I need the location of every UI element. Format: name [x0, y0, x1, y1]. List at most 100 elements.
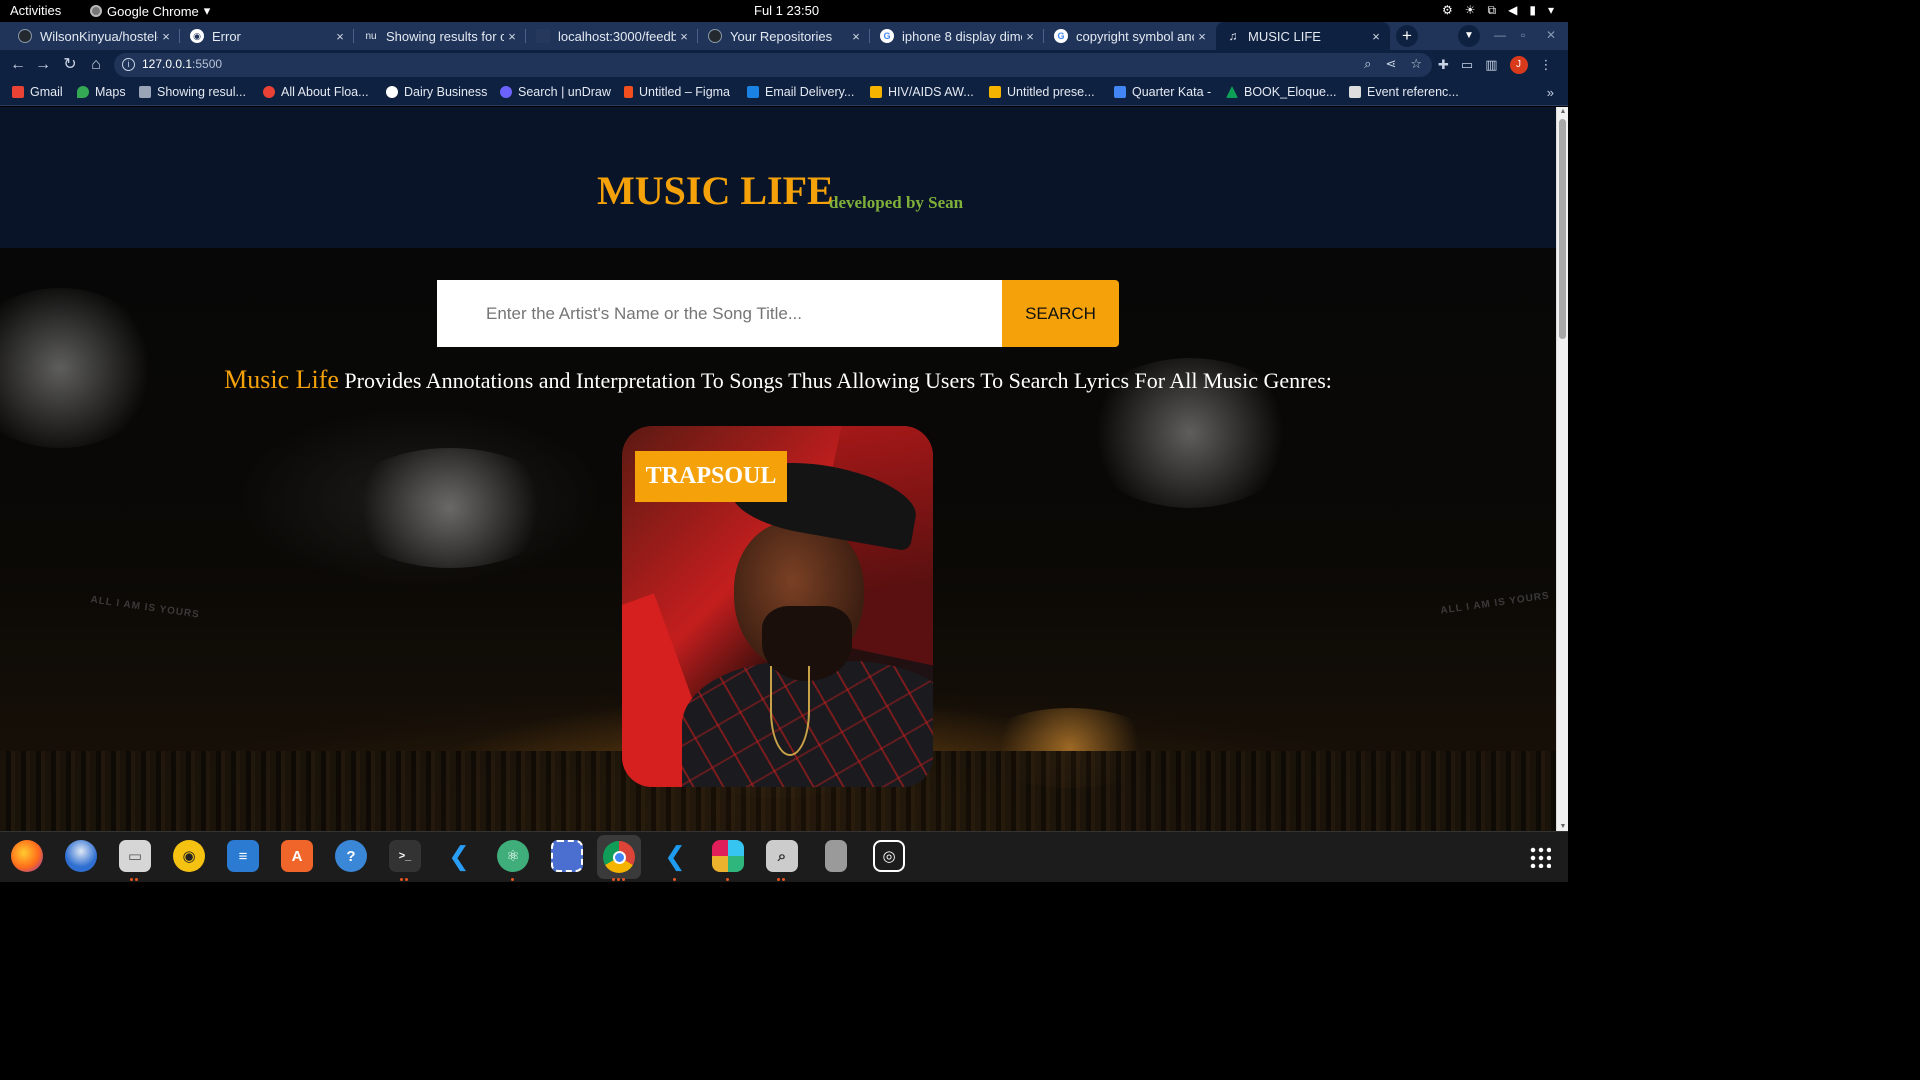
cast-icon[interactable]: ▭: [1461, 57, 1473, 73]
kebab-menu-icon[interactable]: ⋮: [1540, 57, 1553, 73]
forward-arrow-icon[interactable]: →: [33, 55, 53, 75]
chevron-down-icon: ▾: [203, 3, 211, 18]
tab-localhost-feedback[interactable]: localhost:3000/feedb ×: [526, 22, 698, 50]
tab-title: Showing results for c: [386, 28, 504, 44]
battery-icon: ▮: [1529, 3, 1536, 17]
close-tab-icon[interactable]: ×: [1368, 29, 1384, 44]
tab-hostel[interactable]: WilsonKinyua/hostel- ×: [8, 22, 180, 50]
camera-icon[interactable]: ◎: [873, 840, 905, 872]
running-indicator: [777, 878, 785, 881]
running-indicator: [673, 878, 676, 881]
bookmark-label: Dairy Business: [404, 85, 488, 99]
close-tab-icon[interactable]: ×: [504, 29, 520, 44]
firefox-icon[interactable]: [11, 840, 43, 872]
address-bar[interactable]: i 127.0.0.1:5500 ⌕ ⋖ ☆: [114, 53, 1432, 77]
tab-music-life[interactable]: ♫ MUSIC LIFE ×: [1216, 22, 1390, 50]
new-tab-button[interactable]: +: [1396, 25, 1418, 47]
side-panel-icon[interactable]: ▥: [1485, 57, 1497, 73]
close-tab-icon[interactable]: ×: [848, 29, 864, 44]
scrollbar-thumb[interactable]: [1559, 119, 1566, 339]
tab-copyright-symbol[interactable]: G copyright symbol anc ×: [1044, 22, 1216, 50]
slack-icon[interactable]: [712, 840, 744, 872]
bookmark-maps[interactable]: Maps: [77, 85, 126, 99]
clock[interactable]: Ful 1 23:50: [754, 3, 819, 18]
maximize-icon[interactable]: ▫: [1521, 28, 1525, 42]
google-icon: G: [1054, 29, 1068, 43]
bookmark-book-eloquent[interactable]: BOOK_Eloque...: [1226, 85, 1336, 99]
bookmark-all-about-floats[interactable]: All About Floa...: [263, 85, 369, 99]
tagline-brand: Music Life: [224, 365, 339, 394]
close-tab-icon[interactable]: ×: [158, 29, 174, 44]
google-icon: G: [880, 29, 894, 43]
help-icon[interactable]: ?: [335, 840, 367, 872]
close-window-icon[interactable]: ✕: [1546, 28, 1556, 42]
bookmark-label: Showing resul...: [157, 85, 246, 99]
genre-card[interactable]: TRAPSOUL: [622, 426, 933, 787]
bookmark-showing-results[interactable]: Showing resul...: [139, 85, 246, 99]
page-viewport: MUSIC LIFE developed by Sean ALL I AM IS…: [0, 107, 1556, 831]
phone-icon[interactable]: [825, 840, 847, 872]
search-button[interactable]: SEARCH: [1002, 280, 1119, 347]
tab-strip: WilsonKinyua/hostel- × ◉ Error × nu Show…: [0, 22, 1568, 50]
software-center-icon[interactable]: A: [281, 840, 313, 872]
back-arrow-icon[interactable]: ←: [8, 55, 28, 75]
terminal-icon[interactable]: >_: [389, 840, 421, 872]
profile-avatar[interactable]: J: [1509, 56, 1528, 74]
zoom-icon[interactable]: ⌕: [1364, 56, 1371, 72]
site-info-icon[interactable]: i: [122, 58, 135, 71]
home-icon[interactable]: ⌂: [86, 55, 106, 75]
share-icon[interactable]: ⋖: [1385, 56, 1396, 72]
atom-icon[interactable]: ⚛: [497, 840, 529, 872]
rhythmbox-icon[interactable]: ◉: [173, 840, 205, 872]
files-icon[interactable]: ▭: [119, 840, 151, 872]
vscode-insiders-icon[interactable]: ❮: [659, 840, 691, 872]
scroll-down-arrow-icon[interactable]: ▼: [1559, 823, 1567, 830]
reload-icon[interactable]: ↻: [60, 55, 80, 75]
bookmark-hiv-aids[interactable]: HIV/AIDS AW...: [870, 85, 974, 99]
minimize-icon[interactable]: —: [1494, 28, 1506, 42]
more-bookmarks-chevron-icon[interactable]: »: [1547, 85, 1554, 100]
stage-light: [340, 448, 560, 568]
bookmark-star-icon[interactable]: ☆: [1410, 56, 1422, 72]
show-apps-grid-icon[interactable]: [1529, 846, 1551, 868]
tab-error[interactable]: ◉ Error ×: [180, 22, 354, 50]
bookmark-figma[interactable]: Untitled – Figma: [624, 85, 730, 99]
page-scrollbar[interactable]: ▲ ▼: [1556, 107, 1568, 831]
bookmark-event-reference[interactable]: Event referenc...: [1349, 85, 1459, 99]
bookmark-email-delivery[interactable]: Email Delivery...: [747, 85, 854, 99]
screenshot-tool-icon[interactable]: [551, 840, 583, 872]
close-tab-icon[interactable]: ×: [332, 29, 348, 44]
asterisk-icon: [263, 86, 275, 98]
vscode-icon[interactable]: ❮: [443, 840, 475, 872]
close-tab-icon[interactable]: ×: [1022, 29, 1038, 44]
system-tray[interactable]: ⚙ ☀ ⧉ ◀ ▮ ▾: [1442, 3, 1554, 18]
chrome-icon[interactable]: [597, 835, 641, 879]
tab-your-repositories[interactable]: Your Repositories ×: [698, 22, 870, 50]
bookmark-untitled-presentation[interactable]: Untitled prese...: [989, 85, 1095, 99]
close-tab-icon[interactable]: ×: [1194, 29, 1210, 44]
search-input[interactable]: [437, 280, 1002, 347]
tab-search-button[interactable]: ▼: [1458, 25, 1480, 47]
app-menu[interactable]: Google Chrome ▾: [90, 3, 210, 19]
url-text[interactable]: 127.0.0.1:5500: [142, 57, 222, 71]
bookmark-gmail[interactable]: Gmail: [12, 85, 63, 99]
tab-iphone-display[interactable]: G iphone 8 display dime ×: [870, 22, 1044, 50]
medium-icon: [1349, 86, 1361, 98]
bookmark-quarter-kata[interactable]: Quarter Kata -: [1114, 85, 1211, 99]
github-icon: [18, 29, 32, 43]
thunderbird-icon[interactable]: [65, 840, 97, 872]
chevron-down-icon: ▼: [1464, 30, 1474, 41]
image-viewer-icon[interactable]: ⌕: [766, 840, 798, 872]
close-tab-icon[interactable]: ×: [676, 29, 692, 44]
nu-icon: [139, 86, 151, 98]
activities-button[interactable]: Activities: [10, 3, 61, 18]
tab-showing-results[interactable]: nu Showing results for c ×: [354, 22, 526, 50]
libreoffice-writer-icon[interactable]: ≡: [227, 840, 259, 872]
extensions-icon[interactable]: ✚: [1438, 57, 1449, 73]
bookmark-dairy-business[interactable]: Dairy Business: [386, 85, 487, 99]
scroll-up-arrow-icon[interactable]: ▲: [1559, 108, 1567, 115]
hero-section: ALL I AM IS YOURS ALL I AM IS YOURS SEAR…: [0, 248, 1556, 831]
bookmark-undraw[interactable]: Search | unDraw: [500, 85, 611, 99]
bookmark-label: Event referenc...: [1367, 85, 1459, 99]
figma-icon: [624, 86, 633, 98]
